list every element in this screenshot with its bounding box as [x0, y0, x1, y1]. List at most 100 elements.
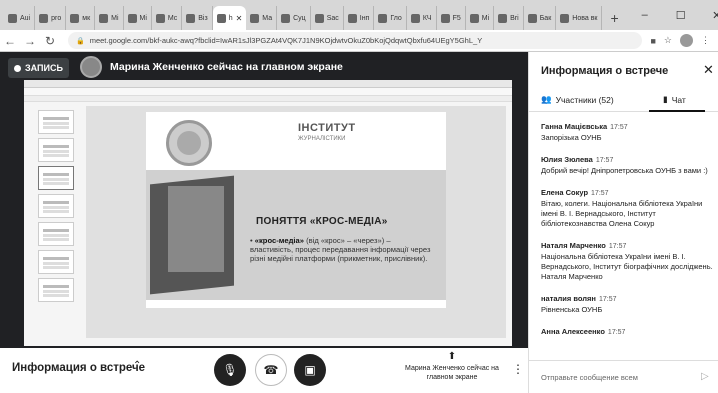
devices-image-screen — [168, 186, 224, 272]
panel-title: Информация о встрече — [541, 65, 669, 77]
camera-icon[interactable]: ■ — [650, 36, 655, 46]
tab-label: h — [228, 14, 233, 22]
menu-icon[interactable]: ⋮ — [701, 35, 710, 46]
browser-tab[interactable]: h ✕ — [212, 6, 247, 30]
present-label: Марина Женченко сейчас на главном экране — [405, 365, 499, 381]
tab-label: КЧ — [422, 14, 432, 22]
tab-label: Гло — [390, 14, 402, 22]
address-bar-icons: ■ ☆ ⋮ — [642, 34, 718, 47]
tab-label: Mc — [167, 14, 178, 22]
message-text: Запорізька ОУНБ — [541, 133, 602, 142]
chat-message: Елена Сокур 17:57 Вітаю, колеги. Національ… — [541, 188, 713, 229]
tab-favicon-icon — [469, 13, 479, 23]
close-window-icon[interactable]: ✕ — [699, 9, 718, 22]
chat-message: наталия волян 17:57 Рівненська ОУНБ — [541, 294, 713, 315]
browser-tab[interactable]: Mi — [466, 6, 495, 30]
browser-tab[interactable]: Sac — [311, 6, 344, 30]
browser-tab-bar: Aui pro мк Mi Mi Mc Biз h ✕ Ма Cyц Sac Інп Гло КЧ F5 Mi B… — [0, 0, 718, 30]
phone-icon: ☎ — [263, 363, 279, 377]
message-author: наталия волян 17:57 — [541, 294, 713, 303]
tab-favicon-icon — [155, 13, 165, 23]
slide-thumbnail — [38, 278, 74, 302]
browser-tab[interactable]: pro — [35, 6, 67, 30]
browser-tab[interactable]: F5 — [437, 6, 466, 30]
recording-badge: ЗАПИСЬ — [8, 58, 69, 78]
meeting-info-button[interactable]: Информация о встрече — [12, 362, 145, 374]
message-time: 17:57 — [598, 296, 617, 303]
tab-favicon-icon — [216, 13, 226, 23]
reload-icon[interactable]: ↻ — [40, 34, 60, 48]
browser-tab[interactable]: Ма — [246, 6, 278, 30]
close-tab-icon[interactable]: ✕ — [236, 14, 243, 23]
chat-message: Анна Алексеенко 17:57 — [541, 327, 713, 336]
more-options-icon[interactable]: ⋮ — [512, 362, 524, 376]
browser-tab[interactable]: Mi — [124, 6, 152, 30]
chat-icon: ▮ — [663, 94, 668, 104]
message-author: Ганна Мацієвська 17:57 — [541, 122, 713, 131]
browser-tab[interactable]: Бак — [524, 6, 557, 30]
address-bar: ← → ↻ 🔒 meet.google.com/bkf-aukc-awq?fbc… — [0, 30, 718, 52]
tab-chat[interactable]: ▮ Чат — [663, 94, 686, 105]
chat-input-placeholder: Отправьте сообщение всем — [541, 373, 638, 382]
tab-favicon-icon — [527, 13, 537, 23]
lock-icon: 🔒 — [76, 37, 85, 45]
tab-label: pro — [51, 14, 62, 22]
tab-label: Інп — [359, 14, 370, 22]
close-icon[interactable]: ✕ — [703, 62, 714, 78]
browser-tab[interactable]: Biз — [182, 6, 213, 30]
chat-input[interactable]: Отправьте сообщение всем ▷ — [529, 360, 718, 393]
mic-off-icon: 🎙 — [222, 363, 238, 377]
window-controls: – ☐ ✕ — [627, 0, 718, 30]
browser-tab[interactable]: КЧ — [407, 6, 437, 30]
mic-off-button[interactable]: 🎙 — [214, 354, 246, 386]
tab-label: Mi — [139, 14, 147, 22]
tab-label: Бак — [539, 14, 552, 22]
browser-tab[interactable]: мк — [66, 6, 96, 30]
tab-participants[interactable]: 👥 Участники (52) — [541, 94, 614, 105]
url-field[interactable]: 🔒 meet.google.com/bkf-aukc-awq?fbclid=Iw… — [68, 32, 643, 49]
presenter-avatar — [80, 56, 102, 78]
minimize-icon[interactable]: – — [627, 9, 663, 21]
message-text: Національна бібліотека України імені В. … — [541, 252, 713, 281]
browser-tab[interactable]: Нова вк — [556, 6, 603, 30]
message-time: 17:57 — [591, 190, 609, 197]
browser-tab[interactable]: Гло — [374, 6, 407, 30]
author-name: Елена Сокур — [541, 188, 589, 197]
slide-thumbnail — [38, 138, 74, 162]
browser-tab[interactable]: Cyц — [277, 6, 311, 30]
tab-favicon-icon — [250, 13, 260, 23]
camera-off-icon: ▣ — [304, 363, 316, 377]
message-author: Наталя Марченко 17:57 — [541, 241, 713, 250]
url-text: meet.google.com/bkf-aukc-awq?fbclid=IwAR… — [89, 36, 483, 45]
current-slide: ІНСТИТУТ ЖУРНАЛІСТИКИ ПОНЯТТЯ «КРОС-МЕДІ… — [146, 112, 446, 308]
browser-tab[interactable]: Bri — [494, 6, 524, 30]
hang-up-button[interactable]: ☎ — [255, 354, 287, 386]
tab-label: Mi — [481, 14, 490, 22]
tab-favicon-icon — [99, 13, 109, 23]
back-arrow-icon[interactable]: ← — [0, 34, 20, 48]
browser-tab[interactable]: Mc — [152, 6, 183, 30]
tab-label: Biз — [198, 14, 208, 22]
star-icon[interactable]: ☆ — [664, 35, 672, 46]
present-now-button[interactable]: ⬆ Марина Женченко сейчас на главном экра… — [402, 352, 502, 382]
forward-arrow-icon[interactable]: → — [20, 34, 40, 48]
tab-label: Нова вк — [572, 14, 598, 22]
tab-label: Sac — [326, 14, 339, 22]
browser-tab[interactable]: Інп — [344, 6, 375, 30]
tab-label: Mi — [111, 14, 119, 22]
profile-avatar[interactable] — [680, 34, 693, 47]
chevron-up-icon[interactable]: ⌃ — [133, 360, 141, 371]
author-name: Наталя Марченко — [541, 241, 606, 250]
maximize-icon[interactable]: ☐ — [663, 9, 699, 22]
tab-label: Bri — [510, 14, 519, 22]
slide-thumbnail — [38, 222, 74, 246]
browser-tab[interactable]: Aui — [4, 6, 36, 30]
chat-message: Наталя Марченко 17:57 Національна бібліоте… — [541, 241, 713, 282]
message-time: 17:57 — [607, 329, 626, 336]
send-icon[interactable]: ▷ — [701, 371, 709, 382]
slide-thumbnails — [32, 106, 78, 336]
browser-tab[interactable]: Mi — [95, 6, 124, 30]
new-tab-button[interactable]: + — [602, 6, 626, 30]
camera-off-button[interactable]: ▣ — [294, 354, 326, 386]
people-icon: 👥 — [541, 94, 552, 104]
